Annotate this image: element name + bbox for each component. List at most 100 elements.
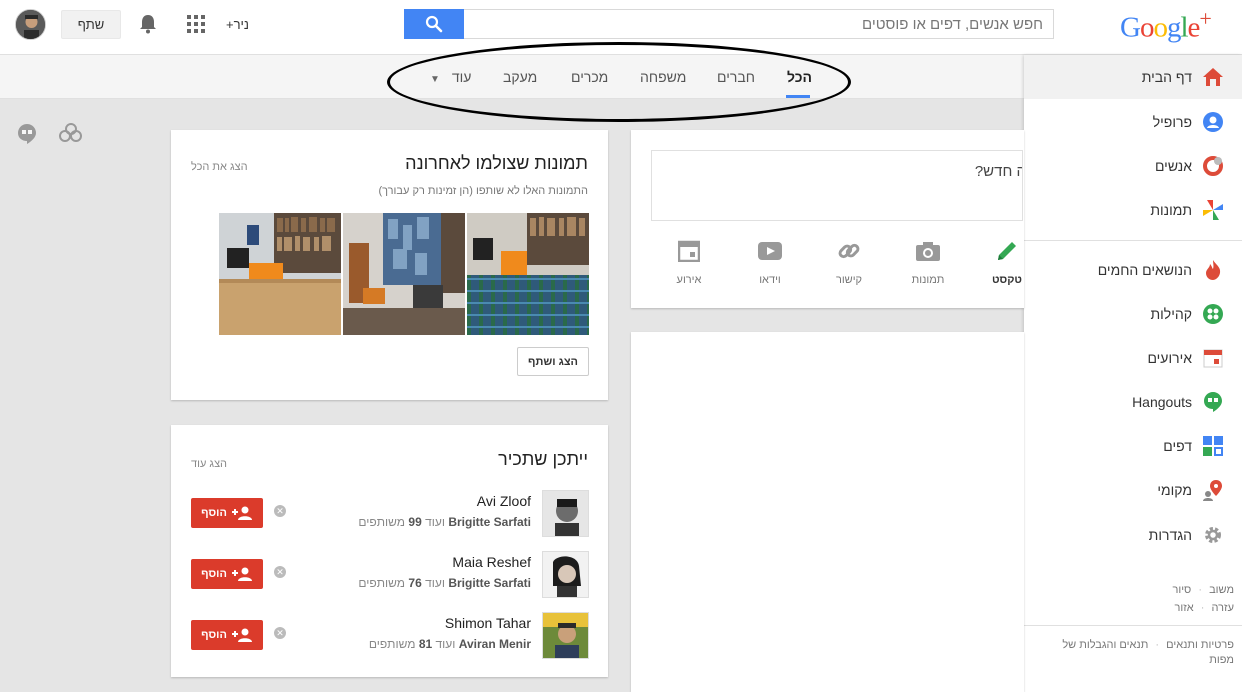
sidebar-item-home[interactable]: דף הבית — [1142, 62, 1224, 92]
sidebar-divider — [1024, 240, 1242, 241]
mutual-count: 76 — [408, 576, 422, 590]
mutual-connections: Aviran Menir ועוד 81 משותפים — [369, 637, 531, 651]
share-prompt-input[interactable]: ה חדש? — [651, 150, 1023, 221]
sidebar-footer-row-3: פרטיות ותנאים · תנאים והגבלות של — [1062, 639, 1234, 651]
view-more-link[interactable]: הצג עוד — [191, 458, 227, 470]
map-pin-icon — [1202, 479, 1224, 501]
mutual-name: Brigitte Sarfati — [448, 576, 531, 590]
photo-thumbnail[interactable] — [219, 213, 341, 335]
dismiss-icon[interactable]: ✕ — [274, 505, 286, 517]
add-person-icon — [231, 628, 252, 642]
person-avatar[interactable] — [542, 490, 589, 537]
mutual-suffix: משותפים — [368, 637, 416, 651]
share-prompt-text: ה חדש? — [974, 163, 1023, 180]
sidebar-item-whats-hot[interactable]: הנושאים החמים — [1098, 255, 1224, 285]
tab-acquaintances[interactable]: מכרים — [571, 69, 608, 85]
post-event-button[interactable]: אירוע — [659, 238, 719, 286]
help-link[interactable]: עזרה — [1212, 602, 1234, 614]
search-icon — [425, 15, 443, 33]
profile-icon — [1202, 111, 1224, 133]
sidebar-item-pages[interactable]: דפים — [1163, 431, 1224, 461]
hangouts-icon[interactable] — [17, 123, 37, 148]
post-link-button[interactable]: קישור — [819, 238, 879, 286]
link-icon — [819, 238, 879, 264]
feedback-link[interactable]: משוב — [1209, 584, 1234, 596]
person-name[interactable]: Shimon Tahar — [445, 615, 531, 631]
mutual-count: 99 — [408, 515, 422, 529]
tab-all[interactable]: הכל — [787, 69, 812, 85]
post-text-button[interactable]: טקסט — [977, 238, 1037, 286]
sidebar-item-label: דפים — [1163, 438, 1192, 454]
share-button[interactable]: שתף — [61, 10, 121, 39]
maps-link[interactable]: מפות — [1209, 654, 1234, 666]
mutual-connections: Brigitte Sarfati ועוד 76 משותפים — [358, 576, 531, 590]
sidebar-footer-row-2: עזרה · אזור — [1174, 602, 1234, 614]
add-person-icon — [231, 506, 252, 520]
communities-icon — [1202, 303, 1224, 325]
suggested-person-row: Avi Zloof Brigitte Sarfati ועוד 99 משותפ… — [171, 490, 608, 540]
person-name[interactable]: Avi Zloof — [477, 493, 531, 509]
sidebar-item-label: הנושאים החמים — [1097, 262, 1192, 278]
hangouts-icon — [1202, 391, 1224, 413]
dismiss-icon[interactable]: ✕ — [274, 566, 286, 578]
card-title: ייתכן שתכיר — [498, 449, 588, 469]
post-video-button[interactable]: וידאו — [740, 238, 800, 286]
active-tab-indicator — [786, 95, 810, 98]
user-avatar[interactable] — [15, 9, 46, 40]
person-name[interactable]: Maia Reshef — [452, 554, 531, 570]
privacy-link[interactable]: פרטיות ותנאים — [1166, 639, 1234, 651]
photo-thumbnail[interactable] — [467, 213, 589, 335]
user-name-link[interactable]: +ניר — [226, 17, 249, 32]
home-icon — [1202, 66, 1224, 88]
flame-icon — [1202, 259, 1224, 281]
sidebar-item-communities[interactable]: קהילות — [1151, 299, 1225, 329]
search-button[interactable] — [404, 9, 464, 39]
and-text: ועוד — [425, 576, 445, 590]
google-plus-logo[interactable]: Google+ — [1120, 6, 1212, 45]
view-all-link[interactable]: הצג את הכל — [191, 161, 248, 173]
sidebar-divider — [1024, 625, 1242, 626]
add-button-label: הוסף — [201, 629, 227, 641]
card-title: תמונות שצולמו לאחרונה — [405, 153, 588, 173]
sidebar-item-hangouts[interactable]: Hangouts — [1132, 387, 1224, 417]
tab-family[interactable]: משפחה — [640, 69, 686, 85]
video-play-icon — [740, 238, 800, 264]
dismiss-icon[interactable]: ✕ — [274, 627, 286, 639]
person-avatar[interactable] — [542, 551, 589, 598]
recent-photos-card: תמונות שצולמו לאחרונה הצג את הכל התמונות… — [171, 130, 608, 400]
sidebar-item-profile[interactable]: פרופיל — [1153, 107, 1224, 137]
search-input[interactable] — [464, 9, 1054, 39]
circles-notifications-icon[interactable] — [59, 122, 83, 147]
pencil-icon — [977, 238, 1037, 264]
mutual-name: Aviran Menir — [458, 637, 531, 651]
area-link[interactable]: אזור — [1175, 602, 1194, 614]
suggested-person-row: Maia Reshef Brigitte Sarfati ועוד 76 משו… — [171, 551, 608, 601]
tour-link[interactable]: סיור — [1172, 584, 1191, 596]
maps-terms-link[interactable]: תנאים והגבלות של — [1062, 639, 1148, 651]
post-photos-button[interactable]: תמונות — [898, 238, 958, 286]
sidebar-item-photos[interactable]: תמונות — [1150, 195, 1224, 225]
card-subtitle: התמונות האלו לא שותפו (הן זמינות רק עבור… — [378, 185, 588, 197]
add-person-button[interactable]: הוסף — [191, 620, 263, 650]
sidebar-footer-row-1: משוב · סיור — [1172, 584, 1234, 596]
person-avatar[interactable] — [542, 612, 589, 659]
sidebar-item-label: תמונות — [1150, 202, 1192, 218]
mutual-suffix: משותפים — [358, 576, 406, 590]
sidebar-item-settings[interactable]: הגדרות — [1149, 520, 1224, 550]
sidebar-item-local[interactable]: מקומי — [1157, 475, 1224, 505]
tab-following[interactable]: מעקב — [503, 69, 537, 85]
show-and-share-button[interactable]: הצג ושתף — [517, 347, 589, 376]
photo-thumbnail[interactable] — [343, 213, 465, 335]
and-text: ועוד — [425, 515, 445, 529]
add-person-button[interactable]: הוסף — [191, 498, 263, 528]
tab-more[interactable]: ▼ עוד — [430, 69, 471, 85]
stream-post-card — [631, 332, 1024, 692]
event-calendar-icon — [659, 238, 719, 264]
sidebar-item-people[interactable]: אנשים — [1155, 151, 1224, 181]
add-person-button[interactable]: הוסף — [191, 559, 263, 589]
notifications-bell-icon[interactable] — [137, 13, 159, 35]
apps-grid-icon[interactable] — [187, 15, 205, 33]
sidebar-item-events[interactable]: אירועים — [1147, 343, 1224, 373]
action-label: וידאו — [759, 274, 781, 286]
tab-friends[interactable]: חברים — [717, 69, 755, 85]
